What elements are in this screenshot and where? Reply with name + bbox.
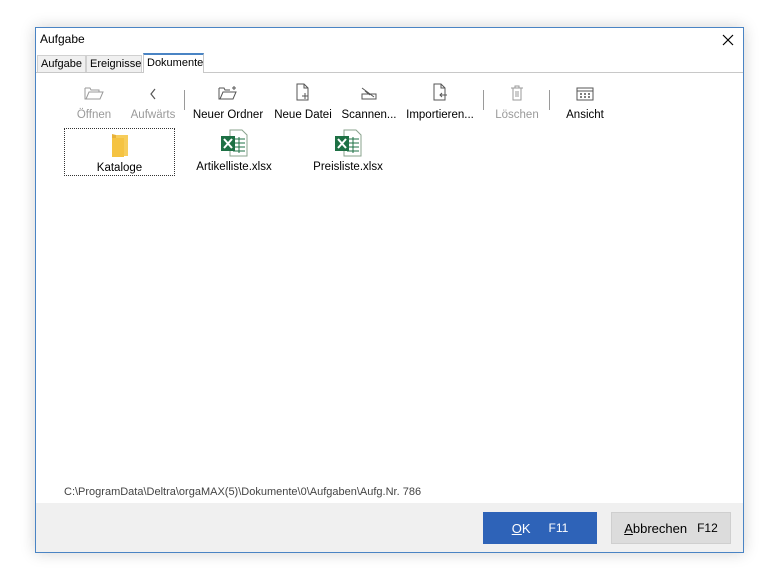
up-button[interactable]: Aufwärts bbox=[127, 79, 179, 123]
chevron-left-icon bbox=[150, 88, 156, 100]
excel-file-icon bbox=[335, 129, 362, 157]
excel-file-icon bbox=[221, 129, 248, 157]
toolbar-separator bbox=[549, 90, 550, 110]
import-button[interactable]: Importieren... bbox=[404, 79, 476, 123]
title-bar: Aufgabe bbox=[36, 28, 743, 52]
new-folder-button[interactable]: Neuer Ordner bbox=[192, 79, 264, 123]
folder-icon bbox=[111, 134, 128, 157]
cancel-shortcut: F12 bbox=[697, 521, 718, 535]
dialog-window: Aufgabe Aufgabe Ereignisse Dokumente Öff… bbox=[35, 27, 744, 553]
file-item-kataloge[interactable]: Kataloge bbox=[64, 128, 175, 176]
ok-label-rest: K bbox=[521, 520, 531, 536]
file-item-preisliste[interactable]: Preisliste.xlsx bbox=[308, 129, 388, 177]
file-name: Preisliste.xlsx bbox=[313, 161, 383, 173]
ok-shortcut: F11 bbox=[548, 521, 569, 535]
open-label: Öffnen bbox=[76, 109, 112, 121]
tab-aufgabe[interactable]: Aufgabe bbox=[37, 55, 86, 72]
new-folder-label: Neuer Ordner bbox=[192, 109, 264, 121]
up-label: Aufwärts bbox=[130, 109, 176, 121]
new-file-icon bbox=[296, 83, 309, 101]
ok-mnemonic: O bbox=[511, 520, 522, 536]
open-button[interactable]: Öffnen bbox=[73, 79, 115, 123]
new-file-label: Neue Datei bbox=[274, 109, 332, 121]
cancel-label-rest: bbrechen bbox=[632, 520, 688, 536]
scan-button[interactable]: Scannen... bbox=[340, 79, 398, 123]
tab-ereignisse[interactable]: Ereignisse bbox=[86, 55, 142, 72]
documents-panel: Öffnen Aufwärts Neuer Ordner Neue Datei … bbox=[36, 72, 743, 505]
folder-open-icon bbox=[84, 87, 104, 100]
dialog-footer: OK F11 Abbrechen F12 bbox=[36, 503, 743, 552]
view-button[interactable]: Ansicht bbox=[564, 79, 606, 123]
delete-label: Löschen bbox=[495, 109, 539, 121]
new-folder-icon bbox=[218, 86, 237, 100]
file-item-artikelliste[interactable]: Artikelliste.xlsx bbox=[194, 129, 274, 177]
cancel-button[interactable]: Abbrechen F12 bbox=[611, 512, 731, 544]
close-button[interactable] bbox=[713, 28, 743, 52]
file-name: Kataloge bbox=[96, 162, 143, 174]
tab-strip: Aufgabe Ereignisse Dokumente bbox=[36, 53, 743, 73]
scan-label: Scannen... bbox=[341, 109, 397, 121]
toolbar-separator bbox=[483, 90, 484, 110]
tab-dokumente[interactable]: Dokumente bbox=[143, 53, 204, 73]
current-path: C:\ProgramData\Deltra\orgaMAX(5)\Dokumen… bbox=[64, 486, 422, 498]
ok-button[interactable]: OK F11 bbox=[483, 512, 597, 544]
view-label: Ansicht bbox=[566, 109, 604, 121]
new-file-button[interactable]: Neue Datei bbox=[272, 79, 334, 123]
file-name: Artikelliste.xlsx bbox=[196, 161, 272, 173]
close-icon bbox=[722, 34, 734, 46]
toolbar-separator bbox=[184, 90, 185, 110]
grid-view-icon bbox=[576, 87, 594, 101]
cancel-mnemonic: A bbox=[624, 520, 633, 536]
scanner-icon bbox=[361, 87, 377, 100]
import-icon bbox=[433, 83, 447, 101]
trash-icon bbox=[511, 85, 523, 101]
import-label: Importieren... bbox=[406, 109, 474, 121]
window-title: Aufgabe bbox=[40, 32, 85, 46]
delete-button[interactable]: Löschen bbox=[494, 79, 540, 123]
